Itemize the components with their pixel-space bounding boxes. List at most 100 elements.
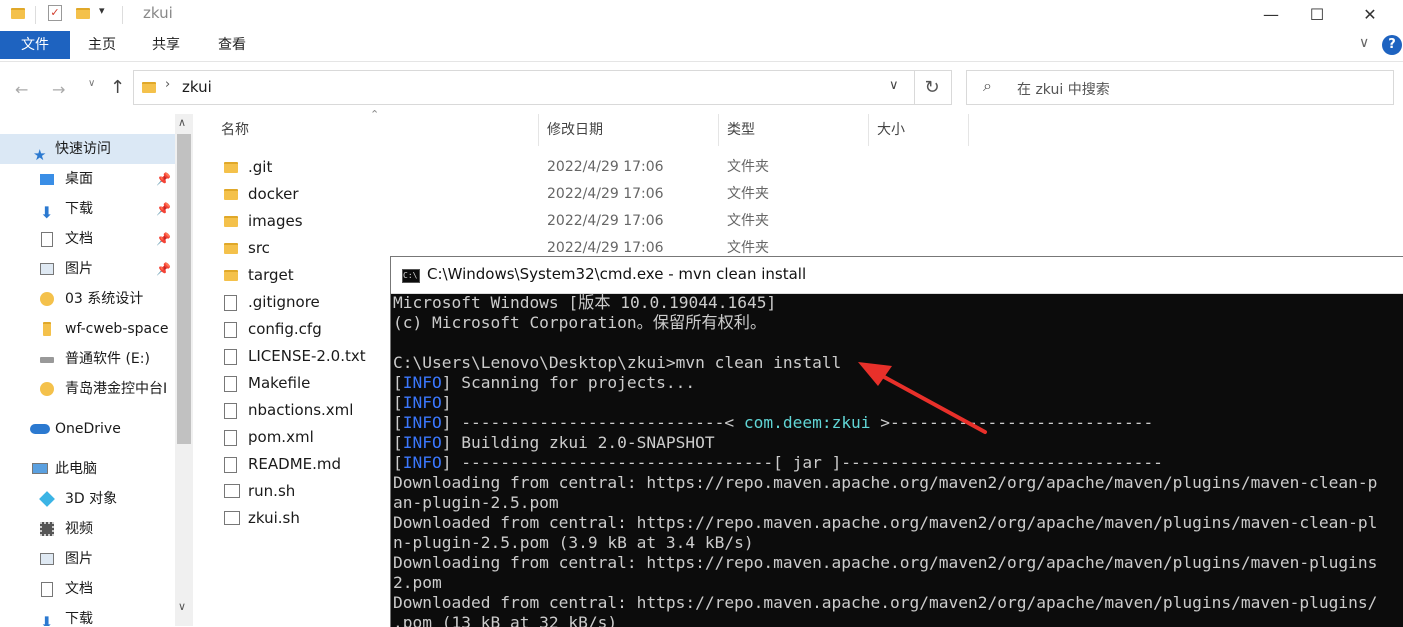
address-bar[interactable]: › zkui ∨ (133, 70, 915, 105)
project-id: com.deem:zkui (743, 413, 871, 432)
folder-icon (224, 270, 238, 281)
cmd-icon: C:\ (402, 269, 420, 283)
list-item[interactable]: .git 2022/4/29 17:06 文件夹 (212, 154, 972, 181)
close-button[interactable]: ✕ (1347, 0, 1393, 28)
file-type: 文件夹 (727, 159, 769, 175)
nav-item-this-pc[interactable]: 此电脑 (0, 454, 175, 484)
cmd-text: Microsoft Windows [版本 10.0.19044.1645] (393, 293, 777, 312)
sort-ascending-icon: ⌃ (370, 108, 380, 121)
breadcrumb[interactable]: zkui (182, 78, 212, 96)
cmd-text: >--------------------------- (870, 413, 1154, 432)
nav-item-downloads[interactable]: ⬇ 下载 📌 (0, 194, 175, 224)
nav-item-system-design[interactable]: 03 系统设计 (0, 284, 175, 314)
column-header-date[interactable]: 修改日期 (547, 114, 603, 146)
cmd-line: Microsoft Windows [版本 10.0.19044.1645] (393, 293, 1403, 313)
pin-icon[interactable]: 📌 (156, 164, 171, 194)
nav-item-3d-objects[interactable]: 3D 对象 (0, 484, 175, 514)
new-folder-icon[interactable] (76, 8, 90, 19)
search-input[interactable]: ⌕ 在 zkui 中搜索 (966, 70, 1394, 105)
nav-item-documents[interactable]: 文档 📌 (0, 224, 175, 254)
nav-item-downloads-pc[interactable]: ⬇ 下载 (0, 604, 175, 626)
nav-item-pictures[interactable]: 图片 📌 (0, 254, 175, 284)
sync-folder-icon (40, 292, 54, 306)
folder-icon (224, 243, 238, 254)
column-header-size[interactable]: 大小 (877, 114, 905, 146)
nav-item-videos[interactable]: 视频 (0, 514, 175, 544)
cmd-text: Building zkui 2.0-SNAPSHOT (451, 433, 715, 452)
cmd-output[interactable]: Microsoft Windows [版本 10.0.19044.1645] (c… (393, 293, 1403, 627)
drive-icon (40, 357, 54, 363)
cmd-text: Downloaded from central: https://repo.ma… (393, 513, 1378, 532)
log-level-tag: INFO (402, 433, 442, 452)
column-divider[interactable] (718, 114, 719, 146)
list-item[interactable]: docker 2022/4/29 17:06 文件夹 (212, 181, 972, 208)
back-button[interactable]: ← (15, 80, 28, 99)
pin-icon[interactable]: 📌 (156, 224, 171, 254)
video-icon (40, 522, 54, 536)
customize-qat-icon[interactable]: ▾ (99, 4, 105, 17)
file-type: 文件夹 (727, 186, 769, 202)
cmd-text: Downloaded from central: https://repo.ma… (393, 593, 1378, 612)
tab-view[interactable]: 查看 (202, 31, 262, 59)
cmd-line (393, 333, 1403, 353)
file-icon (224, 322, 237, 338)
cmd-line: .pom (13 kB at 32 kB/s) (393, 613, 1403, 627)
pin-icon[interactable]: 📌 (156, 254, 171, 284)
script-file-icon (224, 511, 240, 525)
nav-item-pictures-pc[interactable]: 图片 (0, 544, 175, 574)
nav-item-drive-e[interactable]: 普通软件 (E:) (0, 344, 175, 374)
cmd-text: Downloading from central: https://repo.m… (393, 473, 1378, 492)
desktop-icon (40, 174, 54, 185)
tab-file[interactable]: 文件 (0, 31, 70, 59)
sync-folder-icon (40, 382, 54, 396)
file-name: LICENSE-2.0.txt (248, 347, 366, 365)
column-header-name[interactable]: 名称 (221, 114, 249, 146)
nav-item-label: 图片 (65, 261, 93, 277)
column-header-type[interactable]: 类型 (727, 114, 755, 146)
document-icon (41, 232, 53, 247)
recent-locations-icon[interactable]: ∨ (88, 78, 95, 89)
nav-item-documents-pc[interactable]: 文档 (0, 574, 175, 604)
minimize-button[interactable]: — (1248, 0, 1294, 28)
nav-item-wf-cweb-space[interactable]: wf-cweb-space (0, 314, 175, 344)
cmd-line: 2.pom (393, 573, 1403, 593)
nav-item-qingdao-port[interactable]: 青岛港金控中台I (0, 374, 175, 404)
nav-scrollbar-thumb[interactable] (177, 134, 191, 444)
cmd-window[interactable]: C:\ C:\Windows\System32\cmd.exe - mvn cl… (390, 256, 1403, 627)
forward-button[interactable]: → (52, 80, 65, 99)
tab-share[interactable]: 共享 (136, 31, 196, 59)
scroll-up-icon[interactable]: ∧ (178, 116, 186, 129)
tab-home[interactable]: 主页 (72, 31, 132, 59)
file-icon (224, 403, 237, 419)
column-divider[interactable] (968, 114, 969, 146)
properties-icon[interactable]: ✓ (48, 5, 62, 21)
file-icon (224, 457, 237, 473)
column-divider[interactable] (538, 114, 539, 146)
nav-item-label: 03 系统设计 (65, 291, 144, 307)
refresh-button[interactable]: ↻ (913, 70, 952, 105)
file-type: 文件夹 (727, 213, 769, 229)
pin-icon[interactable]: 📌 (156, 194, 171, 224)
scroll-down-icon[interactable]: ∨ (178, 600, 186, 613)
cmd-title-bar[interactable]: C:\ C:\Windows\System32\cmd.exe - mvn cl… (391, 257, 1403, 294)
cmd-text: .pom (13 kB at 32 kB/s) (393, 613, 618, 627)
cmd-text: (c) Microsoft Corporation。保留所有权利。 (393, 313, 767, 332)
nav-item-quick-access[interactable]: ★ 快速访问 (0, 134, 175, 164)
expand-ribbon-icon[interactable]: ∨ (1359, 35, 1369, 51)
cube-icon (39, 491, 55, 507)
nav-item-label: 视频 (65, 521, 93, 537)
address-row: ← → ∨ ↑ › zkui ∨ ↻ ⌕ 在 zkui 中搜索 (0, 62, 1403, 114)
file-name: zkui.sh (248, 509, 300, 527)
nav-item-onedrive[interactable]: OneDrive (0, 414, 175, 444)
log-level-tag: INFO (402, 453, 442, 472)
help-icon[interactable]: ? (1382, 35, 1402, 55)
folder-icon (224, 162, 238, 173)
up-button[interactable]: ↑ (110, 77, 125, 98)
nav-item-desktop[interactable]: 桌面 📌 (0, 164, 175, 194)
nav-item-label: 文档 (65, 581, 93, 597)
search-icon: ⌕ (983, 76, 992, 95)
column-divider[interactable] (868, 114, 869, 146)
address-dropdown-icon[interactable]: ∨ (889, 78, 899, 93)
maximize-button[interactable]: ☐ (1294, 0, 1340, 28)
list-item[interactable]: images 2022/4/29 17:06 文件夹 (212, 208, 972, 235)
